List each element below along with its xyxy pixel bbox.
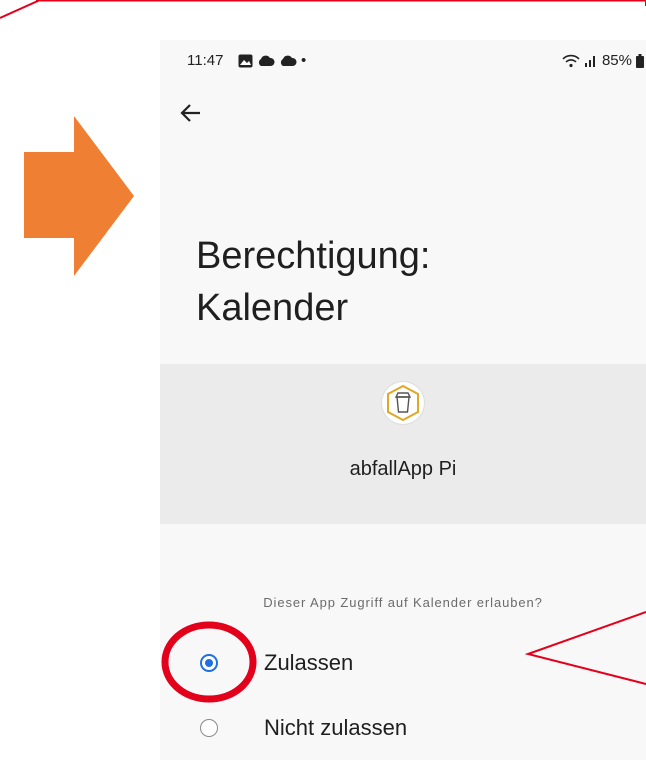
allow-radio[interactable] (200, 654, 218, 672)
status-bar: 11:47 • 85% (160, 52, 646, 72)
cloud-icon (258, 55, 275, 66)
page-title: Berechtigung: Kalender (196, 230, 636, 334)
orange-arrow-annotation (24, 116, 134, 276)
phone-screen: 11:47 • 85% Berechtigung: Kalender abfal… (160, 40, 646, 760)
status-notification-icons: • (238, 52, 306, 69)
deny-radio[interactable] (200, 719, 218, 737)
status-dot: • (301, 52, 307, 69)
option-deny-label: Nicht zulassen (264, 715, 408, 740)
app-info-card: abfallApp Pi (160, 364, 646, 524)
gallery-icon (238, 54, 253, 67)
option-allow-label: Zulassen (264, 650, 354, 675)
status-time: 11:47 (187, 52, 224, 69)
app-icon (382, 382, 424, 424)
back-arrow-icon[interactable] (178, 100, 204, 126)
option-allow[interactable]: Zulassen (160, 640, 646, 690)
option-deny[interactable]: Nicht zulassen (160, 705, 646, 755)
signal-icon (584, 55, 595, 67)
status-system-icons: 85% (562, 52, 646, 69)
page-title-line2: Kalender (196, 287, 349, 329)
wifi-icon (562, 54, 580, 67)
permission-question: Dieser App Zugriff auf Kalender erlauben… (263, 595, 543, 610)
battery-percentage: 85% (601, 52, 632, 69)
battery-icon (636, 53, 644, 68)
page-title-line1: Berechtigung: (196, 235, 431, 277)
app-name: abfallApp Pi (349, 458, 457, 480)
trash-bin-icon (387, 384, 419, 422)
cloud-icon (280, 55, 297, 66)
